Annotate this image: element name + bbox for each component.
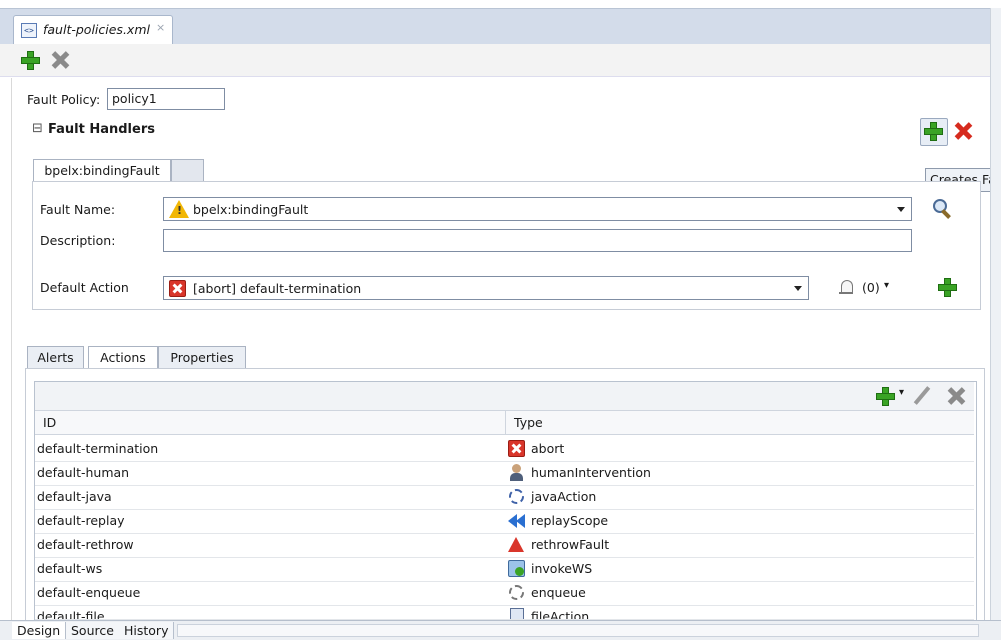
delete-fault-handler-icon[interactable] [953, 121, 973, 141]
replay-icon [508, 512, 525, 529]
table-row[interactable]: default-java javaAction [35, 485, 974, 510]
add-icon[interactable] [20, 50, 40, 70]
fault-policy-label: Fault Policy: [27, 92, 101, 107]
editor-tab-label: fault-policies.xml [43, 22, 150, 37]
row-id: default-termination [37, 441, 159, 456]
row-type: invokeWS [531, 561, 593, 576]
row-id: default-rethrow [37, 537, 134, 552]
row-type: fileAction [531, 609, 590, 620]
fault-name-select[interactable]: ! bpelx:bindingFault [163, 197, 912, 221]
add-icon [923, 121, 943, 141]
row-type: humanIntervention [531, 465, 651, 480]
default-action-value: [abort] default-termination [193, 281, 362, 296]
web-service-icon [508, 560, 525, 577]
horizontal-scrollbar[interactable] [177, 624, 979, 637]
row-id: default-enqueue [37, 585, 141, 600]
person-icon [508, 464, 525, 481]
table-row[interactable]: default-enqueue enqueue [35, 581, 974, 606]
table-row[interactable]: default-human humanIntervention [35, 461, 974, 486]
table-row[interactable]: default-rethrow rethrowFault [35, 533, 974, 558]
abort-icon [508, 440, 525, 457]
edit-pencil-icon[interactable] [913, 386, 931, 405]
column-header-id[interactable]: ID [35, 411, 506, 435]
table-row[interactable]: default-file fileAction [35, 605, 974, 620]
delete-icon[interactable] [50, 50, 70, 70]
table-row[interactable]: default-ws invokeWS [35, 557, 974, 582]
xml-file-icon: <> [21, 23, 37, 38]
row-type: rethrowFault [531, 537, 610, 552]
editor-tab-fault-policies[interactable]: <> fault-policies.xml × [13, 15, 173, 45]
fault-policy-input[interactable]: policy1 [107, 88, 225, 110]
close-tab-icon[interactable]: × [156, 21, 165, 34]
row-id: default-human [37, 465, 130, 480]
actions-table-toolbar: ▾ [35, 382, 974, 411]
row-type: javaAction [531, 489, 597, 504]
row-id: default-ws [37, 561, 103, 576]
tab-new-handler[interactable] [171, 159, 204, 181]
chevron-down-icon [794, 286, 802, 291]
abort-icon [169, 280, 186, 297]
collapse-toggle-icon[interactable]: ⊟ [32, 121, 43, 136]
description-label: Description: [40, 233, 116, 248]
row-id: default-java [37, 489, 112, 504]
table-row[interactable]: default-replay replayScope [35, 509, 974, 534]
gear-icon [508, 488, 525, 505]
chevron-down-icon [897, 207, 905, 212]
add-fault-handler-button[interactable] [920, 118, 948, 146]
warning-icon: ! [169, 200, 189, 218]
description-input[interactable] [163, 229, 912, 252]
row-type: abort [531, 441, 565, 456]
tab-history[interactable]: History [119, 622, 175, 639]
row-id: default-file [37, 609, 105, 620]
tab-binding-fault[interactable]: bpelx:bindingFault [33, 159, 171, 181]
fault-name-label: Fault Name: [40, 202, 116, 217]
default-action-label: Default Action [40, 280, 129, 295]
fault-name-value: bpelx:bindingFault [193, 202, 309, 217]
table-row[interactable]: default-termination abort [35, 437, 974, 462]
delete-action-icon[interactable] [946, 386, 966, 406]
tab-actions[interactable]: Actions [88, 346, 158, 369]
editor-bottom-tabs: Design Source History [0, 620, 1001, 640]
row-type: replayScope [531, 513, 609, 528]
editor-toolbar [0, 44, 995, 77]
fault-handlers-title: Fault Handlers [48, 122, 155, 137]
add-alert-icon[interactable] [937, 277, 957, 297]
column-header-type[interactable]: Type [506, 411, 974, 435]
rethrow-icon [508, 536, 525, 553]
alerts-count[interactable]: (0) [862, 280, 880, 295]
search-icon[interactable] [931, 198, 953, 220]
add-action-dropdown[interactable]: ▾ [899, 387, 904, 398]
tab-alerts[interactable]: Alerts [27, 346, 84, 368]
tab-properties[interactable]: Properties [158, 346, 246, 368]
alerts-dropdown-caret[interactable]: ▾ [884, 280, 889, 291]
row-type: enqueue [531, 585, 586, 600]
alert-bell-icon[interactable] [839, 280, 853, 295]
row-id: default-replay [37, 513, 125, 528]
file-icon [508, 608, 525, 619]
vertical-scrollbar[interactable] [990, 8, 1001, 620]
tab-source[interactable]: Source [66, 622, 120, 639]
add-action-icon[interactable] [875, 386, 895, 406]
tab-design[interactable]: Design [12, 622, 67, 639]
default-action-select[interactable]: [abort] default-termination [163, 276, 809, 300]
queue-icon [508, 584, 525, 601]
